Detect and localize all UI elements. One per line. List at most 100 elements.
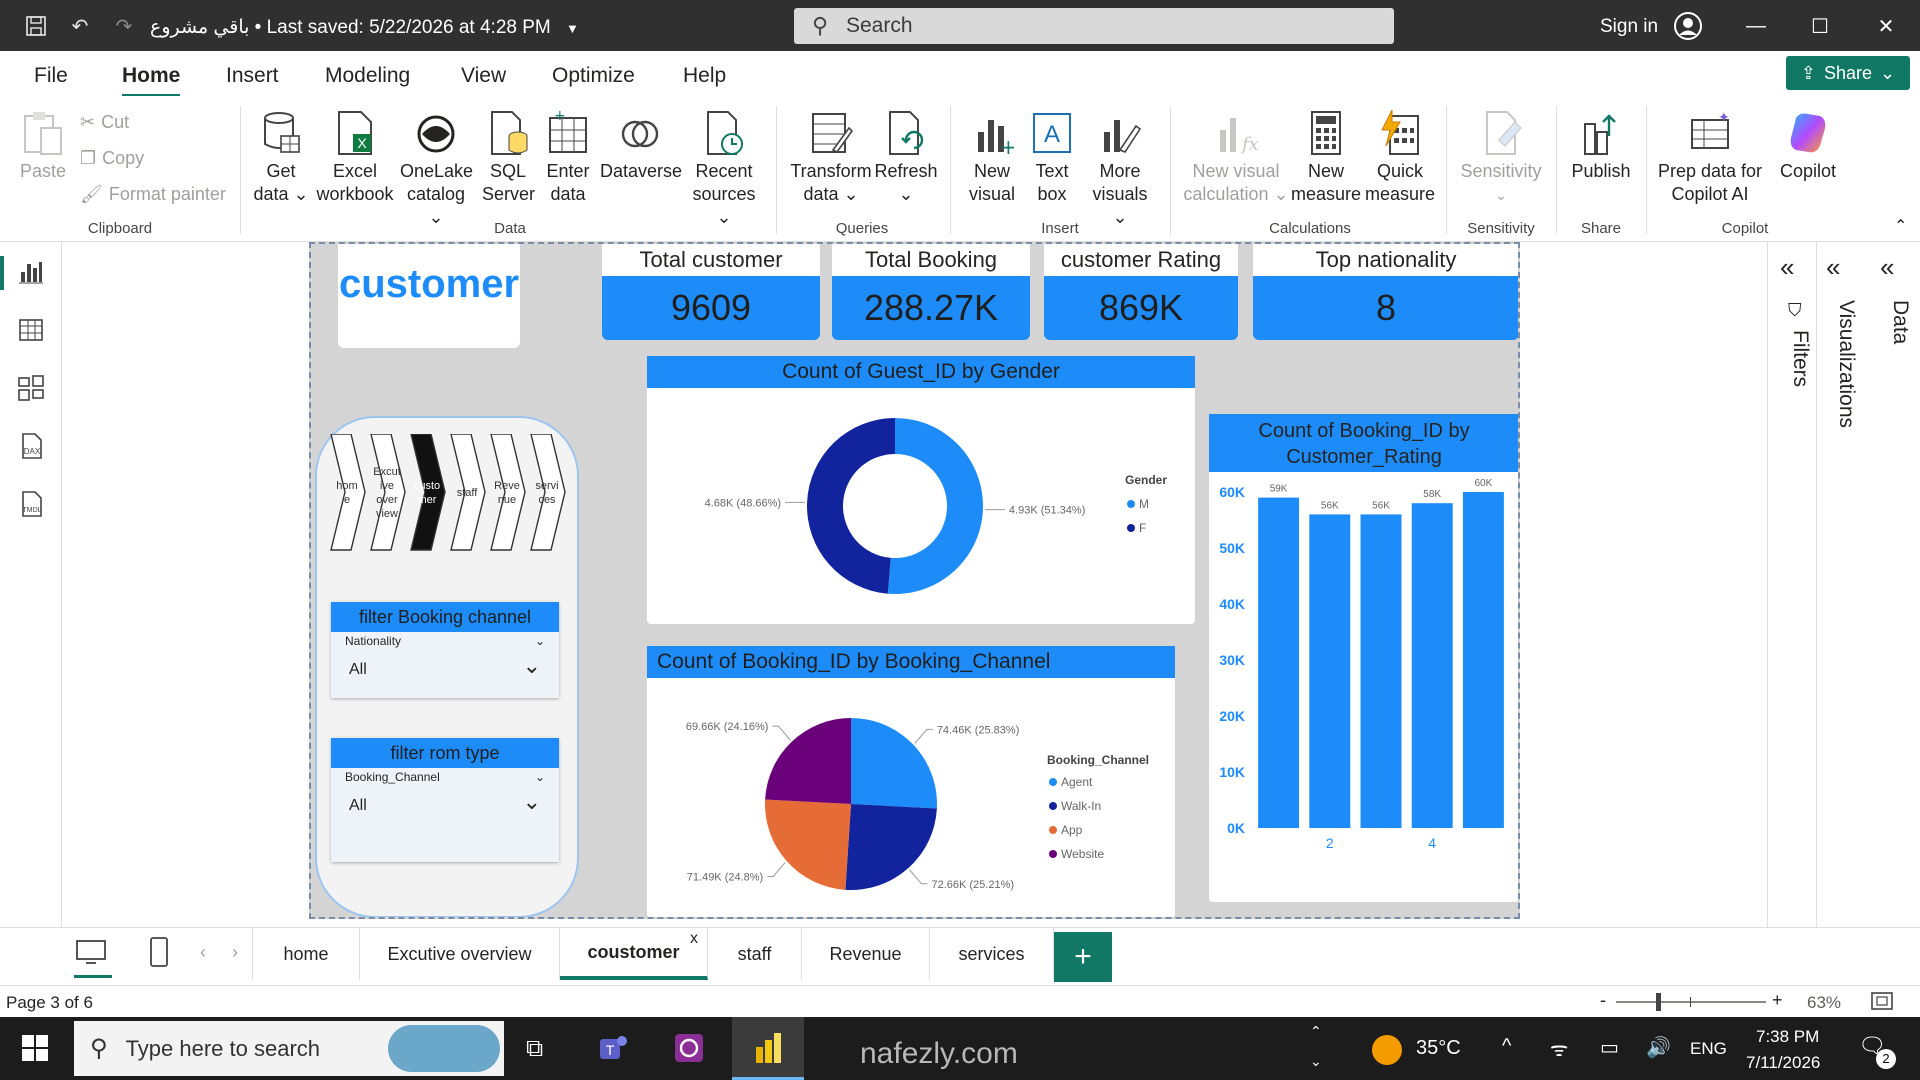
page-tab-excutive-overview[interactable]: Excutive overview <box>360 928 560 980</box>
wifi-icon[interactable]: ᯤ <box>1550 1035 1568 1062</box>
booking-channel-pie-chart[interactable]: Count of Booking_ID by Booking_Channel 7… <box>647 646 1175 917</box>
copilot-button[interactable]: Copilot <box>1768 110 1848 183</box>
bar-rating-3[interactable] <box>1360 514 1402 828</box>
onelake-catalog-button[interactable]: OneLake catalog ⌄ <box>400 110 473 229</box>
tab-insert[interactable]: Insert <box>226 64 279 88</box>
sensitivity-button[interactable]: Sensitivity ⌄ <box>1456 110 1546 207</box>
kpi-customer-rating[interactable]: customer Rating 869K <box>1044 244 1238 342</box>
report-view-icon[interactable] <box>17 258 45 286</box>
bar-rating-4[interactable] <box>1411 503 1453 828</box>
sign-in-link[interactable]: Sign in <box>1600 16 1658 38</box>
slicer-nationality[interactable]: filter Booking channel Nationality ⌄ All… <box>331 602 559 698</box>
task-view-icon[interactable]: ⧉ <box>526 1035 543 1063</box>
weather-temperature[interactable]: 35°C <box>1416 1037 1461 1060</box>
gender-donut-chart[interactable]: Count of Guest_ID by Gender 4.93K (51.34… <box>647 356 1195 624</box>
bar-rating-1[interactable] <box>1258 497 1300 828</box>
visualizations-pane-tab[interactable]: Visualizations <box>1834 300 1858 428</box>
paste-button[interactable]: Paste <box>18 110 68 183</box>
fit-to-page-icon[interactable] <box>1870 991 1894 1016</box>
tab-modeling[interactable]: Modeling <box>325 64 410 88</box>
desktop-layout-icon[interactable] <box>74 938 108 971</box>
pdf-app-icon[interactable] <box>672 1031 706 1070</box>
undo-icon[interactable]: ↶ <box>66 12 94 40</box>
close-tab-icon[interactable]: x <box>690 930 698 948</box>
format-painter-button[interactable]: 🖌 Format painter <box>80 184 226 205</box>
language-indicator[interactable]: ENG <box>1690 1039 1727 1059</box>
recent-sources-button[interactable]: Recent sources ⌄ <box>690 110 758 229</box>
add-page-button[interactable]: + <box>1054 932 1112 982</box>
page-tab-services[interactable]: services <box>930 928 1054 980</box>
windows-start-icon[interactable] <box>22 1035 48 1066</box>
kpi-total-booking[interactable]: Total Booking 288.27K <box>832 244 1030 342</box>
scroll-down-icon[interactable]: ⌄ <box>1310 1053 1322 1070</box>
kpi-total-customer[interactable]: Total customer 9609 <box>602 244 820 342</box>
table-view-icon[interactable] <box>17 316 45 344</box>
kpi-top-nationality[interactable]: Top nationality 8 <box>1253 244 1518 342</box>
collapse-visualizations-icon[interactable]: « <box>1826 252 1840 283</box>
prep-data-copilot-button[interactable]: ✦ Prep data for Copilot AI <box>1654 110 1766 206</box>
donut-slice-M[interactable] <box>887 418 983 594</box>
zoom-out-button[interactable]: - <box>1600 990 1606 1011</box>
pie-slice-Agent[interactable] <box>851 718 937 809</box>
zoom-in-button[interactable]: + <box>1772 990 1783 1011</box>
volume-icon[interactable]: 🔊 <box>1646 1035 1671 1060</box>
slicer-booking-channel[interactable]: filter rom type Booking_Channel ⌄ All ⌄ <box>331 738 559 862</box>
tmdl-view-icon[interactable]: TMDL <box>17 490 45 518</box>
battery-icon[interactable]: ▭ <box>1600 1035 1619 1060</box>
pie-slice-Walk-In[interactable] <box>845 804 937 890</box>
quick-measure-button[interactable]: Quick measure <box>1364 109 1436 206</box>
nav-button-0[interactable]: hom e <box>330 434 366 551</box>
cut-button[interactable]: ✂ Cut <box>80 112 129 133</box>
nav-button-1[interactable]: Excut ive over view <box>370 434 406 551</box>
account-icon[interactable] <box>1672 10 1704 42</box>
collapse-ribbon-icon[interactable]: ⌃ <box>1894 216 1907 236</box>
slicer-dropdown[interactable]: All ⌄ <box>331 786 559 826</box>
weather-sun-icon[interactable] <box>1372 1035 1402 1065</box>
tab-view[interactable]: View <box>461 64 506 88</box>
scroll-up-icon[interactable]: ⌃ <box>1310 1023 1322 1040</box>
zoom-level[interactable]: 63% <box>1807 993 1841 1013</box>
maximize-icon[interactable]: ☐ <box>1800 12 1840 40</box>
bar-rating-5[interactable] <box>1462 492 1504 828</box>
clock-date[interactable]: 7/11/2026 <box>1746 1053 1820 1073</box>
page-tab-revenue[interactable]: Revenue <box>802 928 930 980</box>
publish-button[interactable]: Publish <box>1566 110 1636 183</box>
copy-button[interactable]: ❐ Copy <box>80 148 144 169</box>
excel-workbook-button[interactable]: X Excel workbook <box>314 110 396 206</box>
search-input[interactable]: ⚲ Search <box>794 8 1394 44</box>
bar-rating-2[interactable] <box>1309 514 1351 828</box>
redo-icon[interactable]: ↷ <box>110 12 138 40</box>
page-tab-home[interactable]: home <box>252 928 360 980</box>
nav-button-5[interactable]: servi ces <box>530 434 566 551</box>
scroll-right-icon[interactable]: › <box>232 942 238 963</box>
pie-slice-Website[interactable] <box>765 718 851 804</box>
chevron-down-icon[interactable]: ▼ <box>566 21 579 36</box>
refresh-button[interactable]: Refresh ⌄ <box>874 110 938 206</box>
sql-server-button[interactable]: SQL Server <box>482 110 535 206</box>
page-tab-coustomer[interactable]: coustomer <box>560 928 708 980</box>
new-visual-calculation-button[interactable]: fx New visual calculation ⌄ <box>1180 110 1292 206</box>
tab-help[interactable]: Help <box>683 64 726 88</box>
page-header-card[interactable]: customer <box>338 244 520 348</box>
show-hidden-icons-icon[interactable]: ^ <box>1502 1035 1511 1058</box>
nav-button-4[interactable]: Reve nue <box>490 434 526 551</box>
scroll-left-icon[interactable]: ‹ <box>200 942 206 963</box>
share-button[interactable]: ⇪ Share ⌄ <box>1786 56 1910 90</box>
slicer-dropdown[interactable]: All ⌄ <box>331 650 559 690</box>
page-tab-staff[interactable]: staff <box>708 928 802 980</box>
mobile-layout-icon[interactable] <box>148 936 170 973</box>
zoom-slider-track[interactable] <box>1616 1001 1766 1003</box>
tab-home[interactable]: Home <box>122 64 181 97</box>
dataverse-button[interactable]: Dataverse <box>600 110 682 183</box>
get-data-button[interactable]: Get data ⌄ <box>252 110 310 206</box>
model-view-icon[interactable] <box>17 374 45 402</box>
pie-slice-App[interactable] <box>765 799 851 890</box>
filters-pane-tab[interactable]: Filters <box>1788 330 1812 387</box>
new-measure-button[interactable]: New measure <box>1288 110 1364 206</box>
data-pane-tab[interactable]: Data <box>1888 300 1912 344</box>
tab-file[interactable]: File <box>34 64 68 88</box>
save-icon[interactable] <box>22 12 50 40</box>
transform-data-button[interactable]: Transform data ⌄ <box>788 110 874 206</box>
teams-icon[interactable]: T <box>596 1031 630 1070</box>
close-icon[interactable]: ✕ <box>1866 12 1906 40</box>
